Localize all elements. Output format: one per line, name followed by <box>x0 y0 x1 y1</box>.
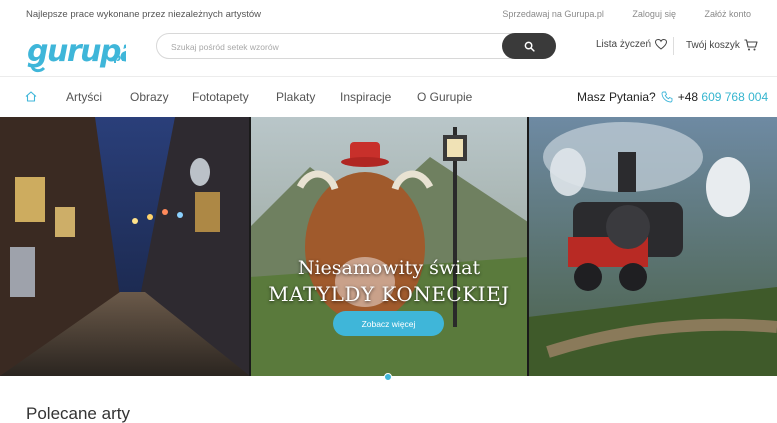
search-bar <box>156 33 556 59</box>
phone-digits: 609 768 004 <box>701 90 769 104</box>
hero-title-line1: Niesamowity świat <box>297 257 481 279</box>
carousel-dot-active[interactable] <box>384 373 392 381</box>
header-divider <box>673 37 674 55</box>
tagline: Najlepsze prace wykonane przez niezależn… <box>26 9 261 20</box>
contact-info: Masz Pytania? +48 609 768 004 <box>577 90 768 104</box>
section-title-featured: Polecane arty <box>26 404 130 423</box>
heart-icon <box>655 39 668 50</box>
svg-text:.pl: .pl <box>109 51 125 64</box>
sell-link[interactable]: Sprzedawaj na Gurupa.pl <box>502 9 604 19</box>
search-button[interactable] <box>502 33 556 59</box>
contact-question: Masz Pytania? <box>577 90 656 104</box>
hero-cta-button[interactable]: Zobacz więcej <box>333 311 444 336</box>
phone-icon <box>661 91 673 103</box>
nav-item-posters[interactable]: Plakaty <box>276 90 315 104</box>
home-icon[interactable] <box>25 91 37 102</box>
panel-divider <box>249 117 251 376</box>
nav-item-paintings[interactable]: Obrazy <box>130 90 169 104</box>
search-input[interactable] <box>171 39 491 55</box>
phone-prefix: +48 <box>677 90 699 104</box>
gurupa-logo[interactable]: gurupa .pl <box>26 26 126 74</box>
search-icon <box>524 41 535 52</box>
hero-title-line2: MATYLDY KONECKIEJ <box>268 282 510 306</box>
cart-link[interactable]: Twój koszyk <box>686 39 758 51</box>
top-links: Sprzedawaj na Gurupa.pl Zaloguj się Załó… <box>476 9 751 19</box>
hero-banner <box>0 117 777 376</box>
phone-number[interactable]: +48 609 768 004 <box>678 90 768 104</box>
nav-item-inspirations[interactable]: Inspiracje <box>340 90 391 104</box>
hero-image-cow <box>250 117 528 376</box>
nav-item-artists[interactable]: Artyści <box>66 90 102 104</box>
hero-image-train <box>528 117 777 376</box>
panel-divider <box>527 117 529 376</box>
header: gurupa .pl Lista życzeń Twój koszyk <box>0 24 777 76</box>
cart-label: Twój koszyk <box>686 39 740 51</box>
cart-icon <box>744 39 758 51</box>
register-link[interactable]: Załóż konto <box>704 9 751 19</box>
wishlist-link[interactable]: Lista życzeń <box>596 39 668 50</box>
nav-item-about[interactable]: O Gurupie <box>417 90 472 104</box>
main-nav: Artyści Obrazy Fototapety Plakaty Inspir… <box>0 76 777 117</box>
nav-item-wallpapers[interactable]: Fototapety <box>192 90 249 104</box>
hero-image-alley <box>0 117 250 376</box>
login-link[interactable]: Zaloguj się <box>632 9 676 19</box>
wishlist-label: Lista życzeń <box>596 39 652 50</box>
